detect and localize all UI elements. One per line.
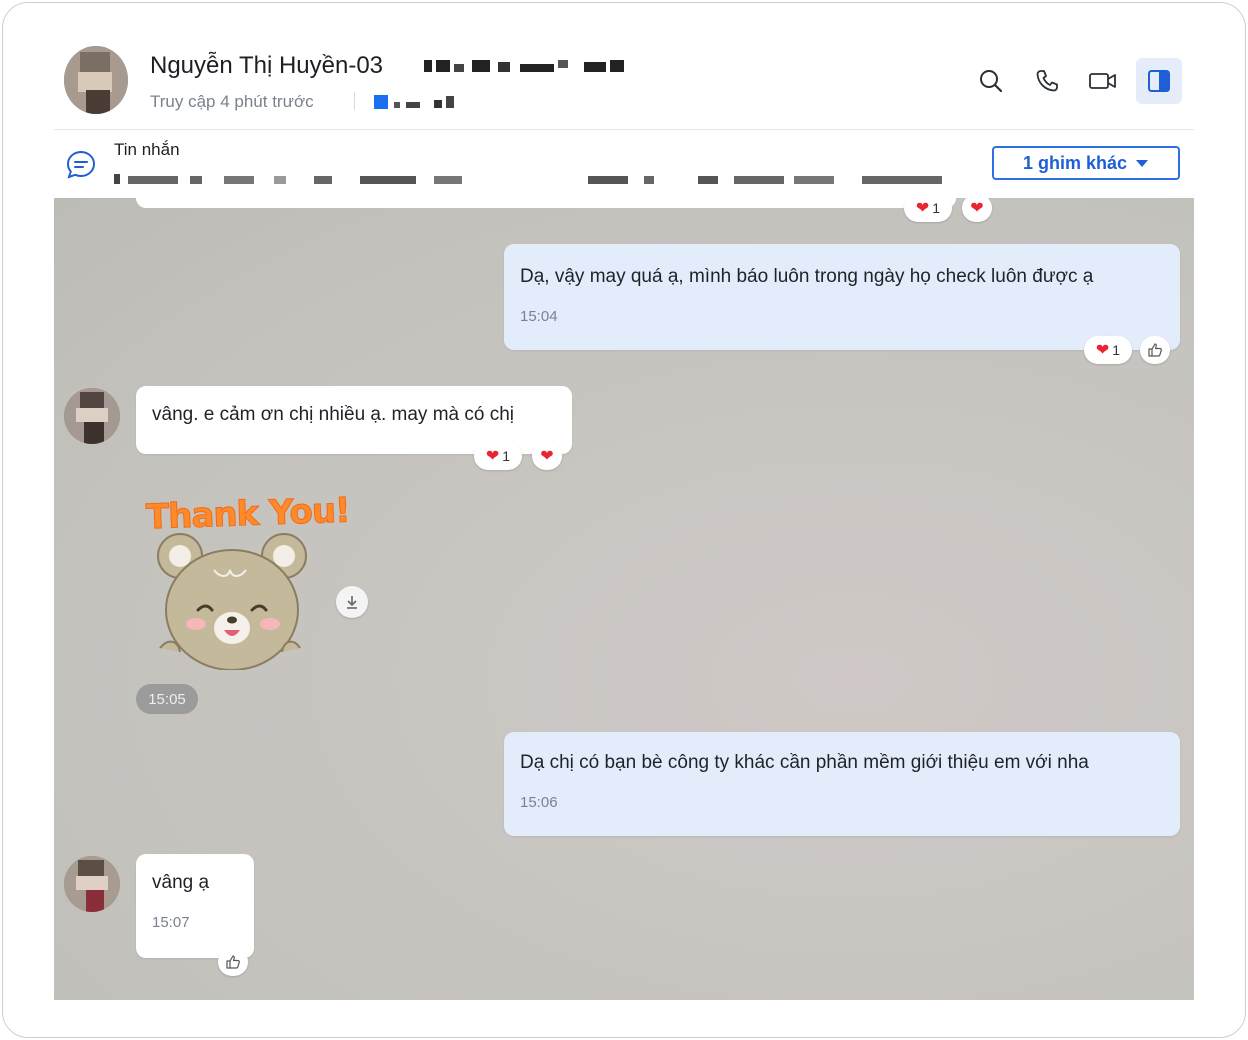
redacted-name [424,60,624,72]
outgoing-message[interactable]: Dạ chị có bạn bè công ty khác cần phần m… [504,732,1180,836]
sticker-time: 15:05 [136,684,198,714]
message-time: 15:04 [520,308,558,325]
heart-icon: ❤ [970,200,984,217]
chat-header: Nguyễn Thị Huyền-03 Truy cập 4 phút trướ… [54,34,1194,130]
download-icon[interactable] [336,586,368,618]
message-text: vâng. e cảm ơn chị nhiều ạ. may mà có ch… [152,404,515,425]
redacted-pinned-text [114,174,942,184]
contact-status: Truy cập 4 phút trước [150,92,314,111]
redacted-label [374,95,454,109]
heart-reaction-button[interactable]: ❤ [962,198,992,222]
more-pins-label: 1 ghim khác [1022,152,1128,173]
reaction-count: 1 [1112,342,1121,358]
pinned-message-bar[interactable]: Tin nhắn 1 ghim khác [54,130,1194,198]
incoming-message[interactable]: vâng ạ 15:07 [136,854,254,958]
thumbs-up-icon [226,955,240,969]
previous-message-bubble [136,198,956,208]
bear-illustration [157,533,307,670]
sender-avatar[interactable] [64,388,120,444]
like-reaction-button[interactable] [218,948,248,976]
message-time: 15:06 [520,794,558,811]
reaction-count: 1 [932,200,941,216]
contact-name: Nguyễn Thị Huyền-03 [150,52,384,79]
heart-reaction-summary[interactable]: ❤ 1 [1084,336,1132,364]
message-time: 15:07 [152,914,190,931]
heart-icon: ❤ [485,448,500,465]
message-text: vâng ạ [152,872,210,893]
heart-reaction-summary[interactable]: ❤ 1 [474,442,522,470]
like-reaction-button[interactable] [1140,336,1170,364]
heart-reaction-summary[interactable]: ❤ 1 [904,198,952,222]
outgoing-message[interactable]: Dạ, vậy may quá ạ, mình báo luôn trong n… [504,244,1180,350]
thumbs-up-icon [1148,343,1162,357]
sidebar-toggle-icon[interactable] [1136,58,1182,104]
video-call-icon[interactable] [1080,58,1126,104]
heart-icon: ❤ [915,200,930,217]
message-text: Dạ, vậy may quá ạ, mình báo luôn trong n… [520,266,1094,287]
contact-avatar[interactable] [64,46,128,114]
heart-icon: ❤ [540,448,554,465]
message-text: Dạ chị có bạn bè công ty khác cần phần m… [520,752,1089,773]
sender-avatar[interactable] [64,856,120,912]
caret-down-icon [1136,160,1149,167]
pinned-title: Tin nhắn [114,140,180,159]
chat-bubble-icon [66,150,96,179]
more-pins-button[interactable]: 1 ghim khác [992,146,1180,180]
reaction-count: 1 [502,448,511,464]
heart-icon: ❤ [1095,342,1110,359]
message-list[interactable]: ❤ 1 ❤ Dạ, vậy may quá ạ, mình báo luôn t… [54,198,1194,1000]
heart-reaction-button[interactable]: ❤ [532,442,562,470]
thank-you-sticker[interactable]: Thank You! [142,490,351,672]
status-divider [354,92,355,110]
search-icon[interactable] [968,58,1014,104]
phone-icon[interactable] [1024,58,1070,104]
header-actions [968,58,1182,104]
